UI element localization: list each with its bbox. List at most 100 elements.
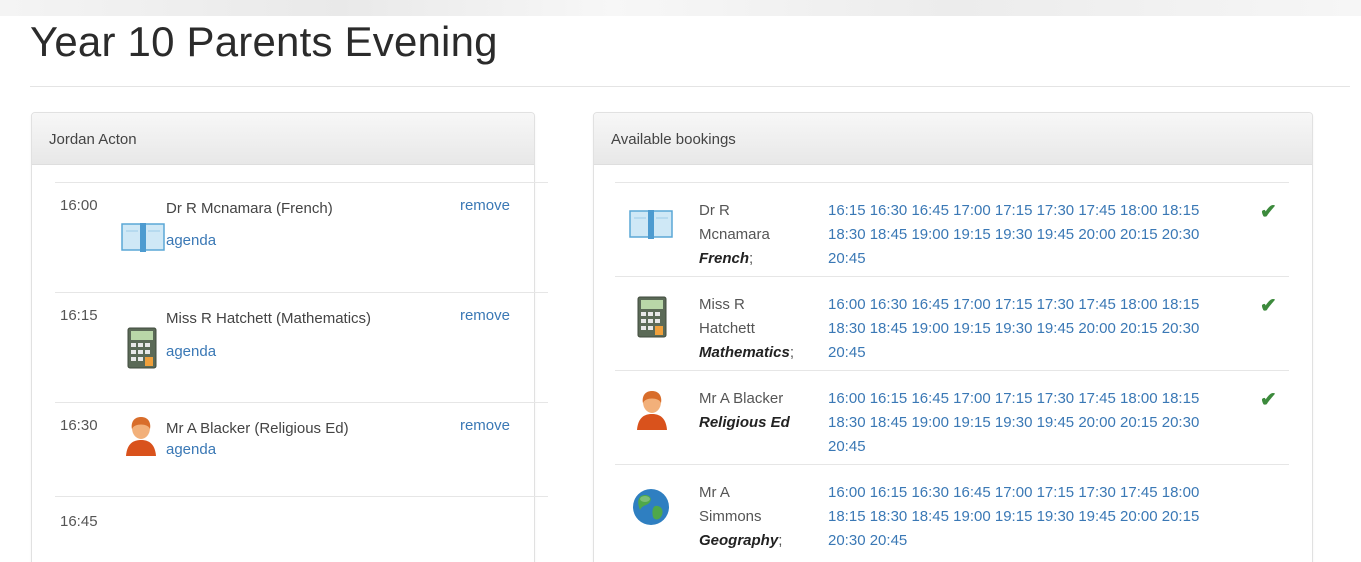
calculator-icon: [127, 327, 157, 373]
time-slot-link[interactable]: 19:45: [1078, 508, 1116, 525]
time-slot-link[interactable]: 18:45: [911, 508, 949, 525]
time-slot-link[interactable]: 17:15: [1037, 484, 1075, 501]
time-slot-link[interactable]: 19:45: [1037, 226, 1075, 243]
time-slot-link[interactable]: 20:45: [828, 250, 866, 267]
time-slot-link[interactable]: 17:30: [1037, 202, 1075, 219]
time-slot-link[interactable]: 17:00: [953, 202, 991, 219]
time-slot-link[interactable]: 17:30: [1037, 296, 1075, 313]
time-slot-link[interactable]: 18:45: [870, 226, 908, 243]
time-slot-link[interactable]: 18:30: [828, 226, 866, 243]
time-slot-link[interactable]: 18:30: [828, 320, 866, 337]
appointment-row: 16:45: [55, 496, 548, 562]
time-slot-link[interactable]: 16:45: [911, 296, 949, 313]
time-slot-link[interactable]: 17:15: [995, 390, 1033, 407]
remove-link[interactable]: remove: [460, 307, 510, 324]
remove-link[interactable]: remove: [460, 197, 510, 214]
time-slot-link[interactable]: 18:00: [1162, 484, 1200, 501]
time-slot-link[interactable]: 19:00: [911, 320, 949, 337]
time-slot-link[interactable]: 20:00: [1078, 226, 1116, 243]
time-slot-link[interactable]: 19:15: [953, 414, 991, 431]
time-slot-link[interactable]: 19:00: [953, 508, 991, 525]
time-slot-link[interactable]: 17:45: [1078, 296, 1116, 313]
time-slot-link[interactable]: 20:45: [828, 344, 866, 361]
time-slot-link[interactable]: 18:45: [870, 414, 908, 431]
time-slot-link[interactable]: 18:00: [1120, 296, 1158, 313]
time-slot-link[interactable]: 18:00: [1120, 202, 1158, 219]
time-slot-link[interactable]: 19:15: [953, 226, 991, 243]
teacher-name: Mr A Blacker Religious Ed: [699, 387, 821, 435]
time-slot-link[interactable]: 16:30: [911, 484, 949, 501]
booking-row: Mr A Simmons Geography; 16:00 16:15 16:3…: [615, 464, 1289, 558]
time-slot-link[interactable]: 17:00: [953, 390, 991, 407]
appointment-time: 16:00: [60, 197, 98, 214]
time-slot-link[interactable]: 20:30: [1162, 226, 1200, 243]
time-slot-link[interactable]: 20:30: [828, 532, 866, 549]
slot-list: 16:00 16:15 16:45 17:00 17:15 17:30 17:4…: [828, 387, 1216, 459]
agenda-link[interactable]: agenda: [166, 232, 216, 249]
time-slot-link[interactable]: 20:00: [1078, 320, 1116, 337]
teacher-name-line: Dr R: [699, 202, 730, 219]
time-slot-link[interactable]: 17:45: [1120, 484, 1158, 501]
time-slot-link[interactable]: 16:00: [828, 484, 866, 501]
person-icon: [635, 389, 669, 435]
time-slot-link[interactable]: 20:00: [1120, 508, 1158, 525]
time-slot-link[interactable]: 16:45: [911, 202, 949, 219]
time-slot-link[interactable]: 20:15: [1120, 226, 1158, 243]
slot-list: 16:15 16:30 16:45 17:00 17:15 17:30 17:4…: [828, 199, 1216, 271]
time-slot-link[interactable]: 19:00: [911, 226, 949, 243]
time-slot-link[interactable]: 20:15: [1120, 320, 1158, 337]
time-slot-link[interactable]: 16:00: [828, 390, 866, 407]
time-slot-link[interactable]: 20:30: [1162, 320, 1200, 337]
time-slot-link[interactable]: 17:00: [995, 484, 1033, 501]
time-slot-link[interactable]: 19:30: [995, 320, 1033, 337]
time-slot-link[interactable]: 20:45: [828, 438, 866, 455]
teacher-name-line: Miss R: [699, 296, 745, 313]
time-slot-link[interactable]: 19:30: [1037, 508, 1075, 525]
time-slot-link[interactable]: 18:15: [1162, 390, 1200, 407]
time-slot-link[interactable]: 17:45: [1078, 390, 1116, 407]
time-slot-link[interactable]: 18:15: [828, 508, 866, 525]
time-slot-link[interactable]: 16:30: [870, 296, 908, 313]
time-slot-link[interactable]: 16:15: [870, 390, 908, 407]
time-slot-link[interactable]: 18:30: [870, 508, 908, 525]
time-slot-link[interactable]: 19:45: [1037, 414, 1075, 431]
time-slot-link[interactable]: 17:30: [1078, 484, 1116, 501]
time-slot-link[interactable]: 17:30: [1037, 390, 1075, 407]
time-slot-link[interactable]: 16:15: [828, 202, 866, 219]
available-bookings-panel: Available bookings Dr R Mcnamara French;…: [593, 112, 1313, 562]
time-slot-link[interactable]: 20:30: [1162, 414, 1200, 431]
time-slot-link[interactable]: 16:15: [870, 484, 908, 501]
booked-check-icon: ✔: [1260, 295, 1277, 317]
time-slot-link[interactable]: 17:45: [1078, 202, 1116, 219]
time-slot-link[interactable]: 18:30: [828, 414, 866, 431]
agenda-link[interactable]: agenda: [166, 343, 216, 360]
time-slot-link[interactable]: 20:15: [1120, 414, 1158, 431]
appointment-time: 16:45: [60, 513, 98, 530]
time-slot-link[interactable]: 19:00: [911, 414, 949, 431]
time-slot-link[interactable]: 19:15: [953, 320, 991, 337]
teacher-subject: French: [699, 250, 750, 267]
time-slot-link[interactable]: 18:00: [1120, 390, 1158, 407]
time-slot-link[interactable]: 19:30: [995, 414, 1033, 431]
time-slot-link[interactable]: 16:45: [911, 390, 949, 407]
agenda-link[interactable]: agenda: [166, 441, 216, 458]
time-slot-link[interactable]: 17:15: [995, 202, 1033, 219]
time-slot-link[interactable]: 19:15: [995, 508, 1033, 525]
subject-separator: ;: [789, 344, 795, 361]
subject-separator: ;: [749, 250, 754, 267]
time-slot-link[interactable]: 16:45: [953, 484, 991, 501]
time-slot-link[interactable]: 20:45: [870, 532, 908, 549]
remove-link[interactable]: remove: [460, 417, 510, 434]
time-slot-link[interactable]: 16:30: [870, 202, 908, 219]
time-slot-link[interactable]: 18:15: [1162, 202, 1200, 219]
globe-icon: [631, 487, 671, 531]
time-slot-link[interactable]: 18:15: [1162, 296, 1200, 313]
time-slot-link[interactable]: 18:45: [870, 320, 908, 337]
time-slot-link[interactable]: 20:15: [1162, 508, 1200, 525]
time-slot-link[interactable]: 17:15: [995, 296, 1033, 313]
time-slot-link[interactable]: 20:00: [1078, 414, 1116, 431]
time-slot-link[interactable]: 16:00: [828, 296, 866, 313]
time-slot-link[interactable]: 19:45: [1037, 320, 1075, 337]
time-slot-link[interactable]: 17:00: [953, 296, 991, 313]
time-slot-link[interactable]: 19:30: [995, 226, 1033, 243]
